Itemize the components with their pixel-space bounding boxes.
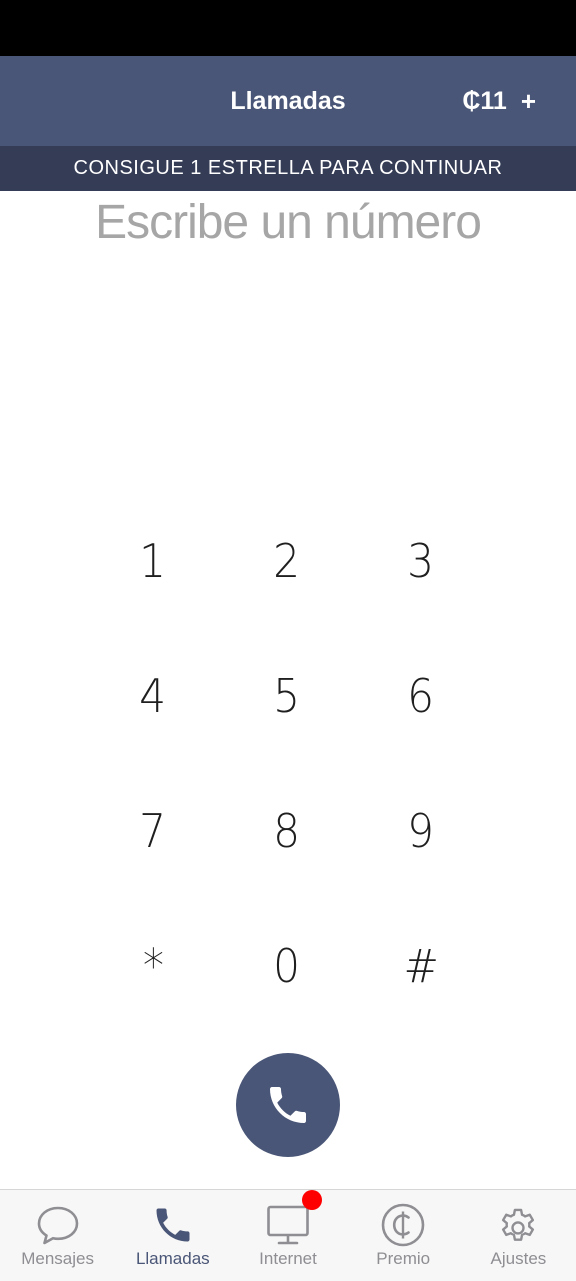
key-9[interactable]: 9 — [354, 763, 488, 898]
notification-badge — [302, 1190, 323, 1210]
dialpad: 1 2 3 4 5 6 7 8 9 * 0 # — [86, 493, 490, 1033]
coin-icon — [380, 1202, 426, 1248]
phone-icon — [150, 1202, 196, 1248]
key-8[interactable]: 8 — [220, 763, 354, 898]
phone-icon — [270, 1087, 306, 1123]
key-4[interactable]: 4 — [86, 628, 220, 763]
tab-label-premio: Premio — [376, 1249, 431, 1268]
key-3[interactable]: 3 — [354, 493, 488, 628]
add-credit-label: + — [520, 86, 536, 116]
tab-label-ajustes: Ajustes — [490, 1249, 547, 1268]
tab-label-internet: Internet — [259, 1249, 317, 1268]
gear-icon — [495, 1202, 541, 1248]
chat-bubble-icon — [35, 1202, 81, 1248]
status-bar — [0, 0, 576, 56]
header: Llamadas ₵11 + — [0, 56, 576, 146]
key-hash[interactable]: # — [354, 898, 488, 1033]
tab-internet[interactable]: Internet — [230, 1190, 345, 1281]
tab-label-mensajes: Mensajes — [21, 1249, 94, 1268]
key-5[interactable]: 5 — [220, 628, 354, 763]
credit-add-button[interactable]: ₵11 + — [462, 80, 536, 122]
key-star[interactable]: * — [86, 898, 220, 1033]
key-1[interactable]: 1 — [86, 493, 220, 628]
tab-mensajes[interactable]: Mensajes — [0, 1190, 115, 1281]
tab-premio[interactable]: Premio — [346, 1190, 461, 1281]
tab-ajustes[interactable]: Ajustes — [461, 1190, 576, 1281]
call-button[interactable] — [236, 1053, 340, 1157]
key-7[interactable]: 7 — [86, 763, 220, 898]
monitor-icon — [265, 1202, 311, 1248]
key-2[interactable]: 2 — [220, 493, 354, 628]
tab-llamadas[interactable]: Llamadas — [115, 1190, 230, 1281]
credit-balance: ₵11 — [462, 87, 507, 115]
key-6[interactable]: 6 — [354, 628, 488, 763]
tab-bar: Mensajes Llamadas Internet Premio Ajuste… — [0, 1189, 576, 1281]
tab-label-llamadas: Llamadas — [135, 1249, 210, 1268]
key-0[interactable]: 0 — [220, 898, 354, 1033]
star-banner[interactable]: CONSIGUE 1 ESTRELLA PARA CONTINUAR — [0, 146, 576, 191]
phone-number-input[interactable] — [0, 192, 576, 252]
